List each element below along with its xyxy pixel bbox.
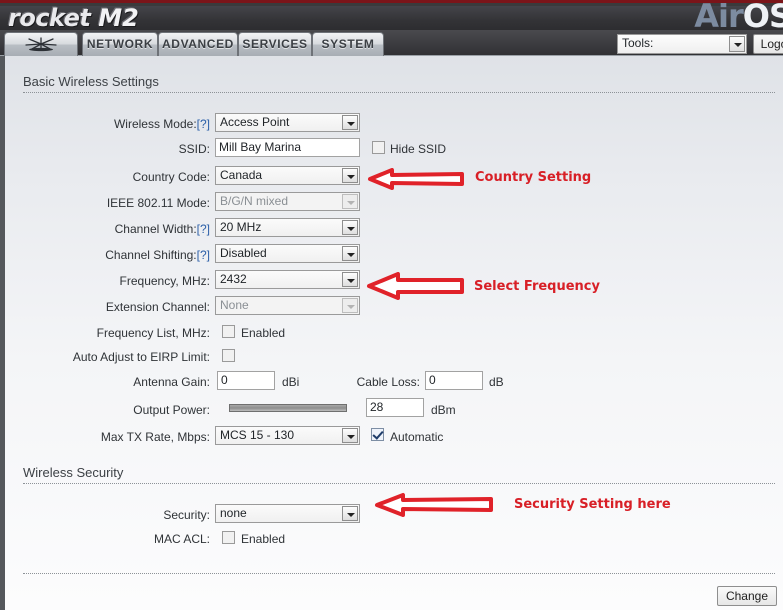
chevron-down-icon <box>342 428 358 443</box>
app-header: rocket M2 AirOS <box>0 0 783 30</box>
ieee-mode-dropdown: B/G/N mixed <box>215 192 360 211</box>
extension-channel-value: None <box>220 298 249 312</box>
label-cable-loss: Cable Loss: <box>310 374 420 390</box>
unit-db: dB <box>489 374 504 390</box>
label-security: Security: <box>25 507 210 523</box>
security-dropdown[interactable]: none <box>215 504 360 523</box>
label-extension-channel: Extension Channel: <box>25 299 210 315</box>
section-title-basic-wireless: Basic Wireless Settings <box>23 74 159 89</box>
tab-home[interactable] <box>4 32 78 56</box>
airos-logo: AirOS <box>694 1 783 30</box>
frequency-dropdown[interactable]: 2432 <box>215 270 360 289</box>
tab-system[interactable]: SYSTEM <box>312 32 384 56</box>
label-automatic: Automatic <box>390 429 480 445</box>
product-model: M2 <box>98 4 139 30</box>
chevron-down-icon <box>342 298 358 313</box>
label-ssid: SSID: <box>25 141 210 157</box>
label-frequency: Frequency, MHz: <box>25 273 210 289</box>
chevron-down-icon <box>342 194 358 209</box>
tab-services[interactable]: SERVICES <box>238 32 312 56</box>
chevron-down-icon <box>729 36 745 52</box>
label-max-tx-rate: Max TX Rate, Mbps: <box>25 429 210 445</box>
output-power-slider[interactable] <box>229 404 347 412</box>
country-code-dropdown[interactable]: Canada <box>215 166 360 185</box>
cable-loss-input[interactable]: 0 <box>425 371 483 390</box>
frequency-list-checkbox[interactable] <box>222 325 235 338</box>
tab-advanced[interactable]: ADVANCED <box>158 32 238 56</box>
auto-eirp-checkbox[interactable] <box>222 349 235 362</box>
max-tx-rate-dropdown[interactable]: MCS 15 - 130 <box>215 426 360 445</box>
tools-dropdown[interactable]: Tools: <box>617 34 747 54</box>
ieee-mode-value: B/G/N mixed <box>220 194 288 208</box>
label-antenna-gain: Antenna Gain: <box>25 374 210 390</box>
max-tx-rate-automatic-checkbox[interactable] <box>371 428 384 441</box>
chevron-down-icon <box>342 220 358 235</box>
wireless-mode-help-icon[interactable]: [?] <box>197 117 210 131</box>
label-auto-eirp: Auto Adjust to EIRP Limit: <box>25 349 210 365</box>
annotation-arrow-country <box>366 168 466 193</box>
ssid-input[interactable]: Mill Bay Marina <box>215 138 360 157</box>
channel-shifting-help-icon[interactable]: [?] <box>197 248 210 262</box>
annotation-label-security: Security Setting here <box>514 497 671 512</box>
chevron-down-icon <box>342 115 358 130</box>
channel-width-value: 20 MHz <box>220 220 261 234</box>
annotation-arrow-frequency <box>366 272 466 303</box>
unit-dbi: dBi <box>282 374 299 390</box>
footer-divider <box>23 573 775 574</box>
chevron-down-icon <box>342 168 358 183</box>
label-mac-acl: MAC ACL: <box>25 531 210 547</box>
annotation-label-frequency: Select Frequency <box>474 279 600 294</box>
channel-shifting-dropdown[interactable]: Disabled <box>215 244 360 263</box>
max-tx-rate-value: MCS 15 - 130 <box>220 428 294 442</box>
section-title-wireless-security: Wireless Security <box>23 465 123 480</box>
product-name: rocket <box>8 4 90 30</box>
wireless-mode-dropdown[interactable]: Access Point <box>215 113 360 132</box>
chevron-down-icon <box>342 506 358 521</box>
section-divider-security <box>23 483 775 484</box>
tab-network[interactable]: NETWORK <box>82 32 158 56</box>
frequency-value: 2432 <box>220 272 247 286</box>
main-tab-bar: NETWORK ADVANCED SERVICES SYSTEM Tools: … <box>0 30 783 56</box>
mac-acl-checkbox[interactable] <box>222 531 235 544</box>
label-frequency-list-enabled: Enabled <box>241 325 331 341</box>
label-mac-acl-enabled: Enabled <box>241 531 331 547</box>
chevron-down-icon <box>342 272 358 287</box>
channel-width-help-icon[interactable]: [?] <box>197 222 210 236</box>
airos-logo-os: OS <box>743 0 783 30</box>
label-hide-ssid: Hide SSID <box>390 141 480 157</box>
label-country-code: Country Code: <box>25 169 210 185</box>
section-divider-basic <box>23 92 775 93</box>
channel-width-dropdown[interactable]: 20 MHz <box>215 218 360 237</box>
channel-shifting-value: Disabled <box>220 246 267 260</box>
tools-dropdown-value: Tools: <box>622 36 653 50</box>
airos-logo-air: Air <box>694 0 743 30</box>
security-value: none <box>220 506 247 520</box>
chevron-down-icon <box>342 246 358 261</box>
annotation-arrow-security <box>373 492 495 521</box>
hide-ssid-checkbox[interactable] <box>372 141 385 154</box>
label-wireless-mode: Wireless Mode:[?] <box>25 116 210 132</box>
antenna-gain-input[interactable]: 0 <box>217 371 275 390</box>
change-button[interactable]: Change <box>717 586 777 606</box>
product-logo: rocket M2 <box>8 4 139 30</box>
unit-dbm: dBm <box>431 402 456 418</box>
settings-panel: Basic Wireless Settings Wireless Mode:[?… <box>0 56 783 610</box>
extension-channel-dropdown: None <box>215 296 360 315</box>
label-channel-width: Channel Width:[?] <box>25 221 210 237</box>
logout-button[interactable]: Logout <box>753 34 783 54</box>
label-output-power: Output Power: <box>25 402 210 418</box>
country-code-value: Canada <box>220 168 262 182</box>
wireless-mode-value: Access Point <box>220 115 289 129</box>
annotation-label-country: Country Setting <box>475 170 591 185</box>
label-frequency-list: Frequency List, MHz: <box>25 325 210 341</box>
output-power-input[interactable]: 28 <box>366 398 424 417</box>
label-ieee-mode: IEEE 802.11 Mode: <box>25 195 210 211</box>
label-channel-shifting: Channel Shifting:[?] <box>25 247 210 263</box>
